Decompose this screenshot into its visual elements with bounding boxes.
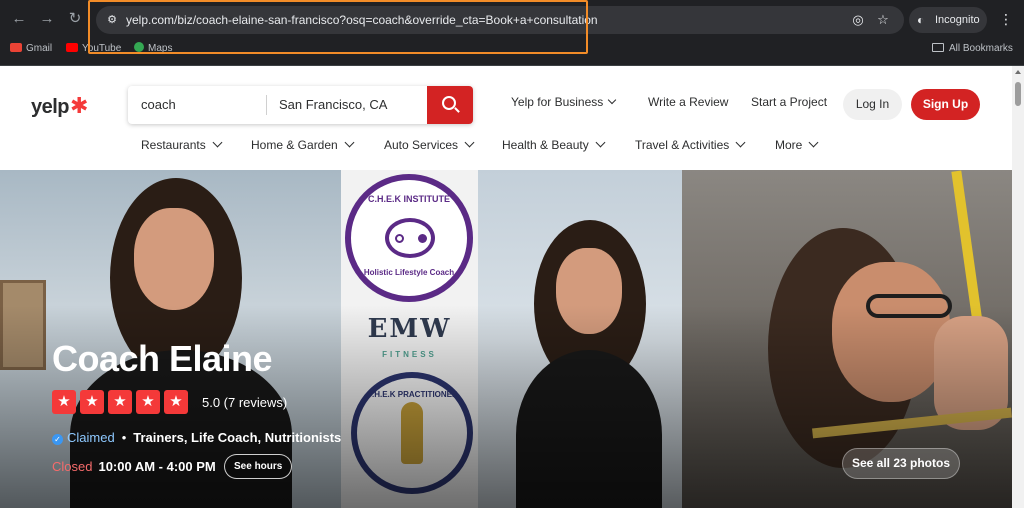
write-review-link[interactable]: Write a Review xyxy=(648,95,728,109)
url-text[interactable]: yelp.com/biz/coach-elaine-san-francisco?… xyxy=(126,6,598,34)
category-restaurants[interactable]: Restaurants xyxy=(141,137,223,152)
folder-icon xyxy=(932,43,944,52)
yin-yang-icon xyxy=(385,218,435,258)
signup-button[interactable]: Sign Up xyxy=(911,89,980,120)
youtube-icon xyxy=(66,43,78,52)
person-shirt xyxy=(516,350,662,508)
location-input[interactable]: San Francisco, CA xyxy=(279,86,387,124)
address-bar[interactable]: ⚙ yelp.com/biz/coach-elaine-san-francisc… xyxy=(96,6,904,34)
page-scrollbar[interactable] xyxy=(1012,66,1024,508)
search-icon xyxy=(442,96,456,110)
figure-icon xyxy=(401,402,423,464)
person-face xyxy=(832,262,950,402)
chevron-down-icon xyxy=(344,137,355,148)
bookmark-star-icon[interactable]: ☆ xyxy=(875,12,891,28)
hours-row: Closed 10:00 AM - 4:00 PM xyxy=(52,459,216,474)
star-icon: ★ xyxy=(164,390,188,414)
star-icon: ★ xyxy=(80,390,104,414)
back-arrow-icon[interactable]: ← xyxy=(8,8,30,30)
rating-text[interactable]: 5.0 (7 reviews) xyxy=(202,395,287,410)
category-home-garden[interactable]: Home & Garden xyxy=(251,137,355,152)
more-menu-icon[interactable]: ⋮ xyxy=(998,9,1014,29)
business-name: Coach Elaine xyxy=(52,338,273,379)
star-icon: ★ xyxy=(52,390,76,414)
incognito-label: Incognito xyxy=(935,14,980,26)
reload-icon[interactable]: ↻ xyxy=(64,8,86,30)
see-all-photos-button[interactable]: See all 23 photos xyxy=(842,448,960,479)
site-settings-icon[interactable]: ⚙ xyxy=(104,12,120,28)
chevron-down-icon xyxy=(735,137,746,148)
search-input[interactable]: coach xyxy=(141,86,176,124)
chevron-down-icon xyxy=(212,137,223,148)
chevron-down-icon xyxy=(595,137,606,148)
claimed-row: ✓ Claimed • Trainers, Life Coach, Nutrition… xyxy=(52,430,341,445)
search-button[interactable] xyxy=(427,86,473,124)
person-face xyxy=(134,208,214,310)
scroll-up-icon[interactable] xyxy=(1015,70,1021,74)
maps-icon xyxy=(134,42,144,52)
chevron-down-icon xyxy=(608,95,617,105)
start-project-link[interactable]: Start a Project xyxy=(751,95,827,109)
chevron-down-icon xyxy=(464,137,475,148)
wall-frame xyxy=(0,280,46,370)
bookmarks-bar: Gmail YouTube Maps All Bookmarks xyxy=(0,40,1024,66)
category-more[interactable]: More xyxy=(775,137,819,152)
check-icon: ✓ xyxy=(52,434,63,445)
see-hours-button[interactable]: See hours xyxy=(224,454,293,479)
yelp-logo[interactable]: yelp✱ xyxy=(31,93,88,119)
yelp-for-business-link[interactable]: Yelp for Business xyxy=(511,95,617,109)
star-icon: ★ xyxy=(108,390,132,414)
site-header: yelp✱ coach San Francisco, CA Yelp for B… xyxy=(0,66,1012,170)
bookmark-youtube[interactable]: YouTube xyxy=(66,40,121,66)
chek-institute-logo: C.H.E.K INSTITUTE Holistic Lifestyle Coa… xyxy=(345,174,473,302)
incognito-chip[interactable]: ◐ Incognito xyxy=(909,7,987,33)
business-hours: 10:00 AM - 4:00 PM xyxy=(98,459,216,474)
scroll-thumb[interactable] xyxy=(1015,82,1021,106)
business-photo-2[interactable]: C.H.E.K INSTITUTE Holistic Lifestyle Coa… xyxy=(341,170,478,508)
glasses xyxy=(866,294,952,318)
incognito-icon: ◐ xyxy=(917,13,925,27)
yelp-burst-icon: ✱ xyxy=(70,93,88,118)
all-bookmarks[interactable]: All Bookmarks xyxy=(932,40,1013,58)
gmail-icon xyxy=(10,43,22,52)
emw-logo: EMW xyxy=(367,314,452,344)
chek-practitioner-logo: C.H.E.K PRACTITIONER xyxy=(351,372,473,494)
emw-fitness-text: FITNESS xyxy=(382,350,437,359)
search-divider xyxy=(266,95,267,115)
business-categories[interactable]: Trainers, Life Coach, Nutritionists xyxy=(133,430,341,445)
bookmark-gmail[interactable]: Gmail xyxy=(10,40,52,66)
claimed-label[interactable]: Claimed xyxy=(67,430,115,445)
person-face xyxy=(556,248,622,334)
category-auto-services[interactable]: Auto Services xyxy=(384,137,475,152)
open-status: Closed xyxy=(52,459,93,474)
search-bar: coach San Francisco, CA xyxy=(128,86,473,124)
category-travel-activities[interactable]: Travel & Activities xyxy=(635,137,746,152)
bullet-separator: • xyxy=(121,430,127,445)
chevron-down-icon xyxy=(808,137,819,148)
forward-arrow-icon[interactable]: → xyxy=(36,8,58,30)
bookmark-maps[interactable]: Maps xyxy=(134,40,172,66)
eye-off-icon[interactable]: ◎ xyxy=(850,12,866,28)
category-health-beauty[interactable]: Health & Beauty xyxy=(502,137,606,152)
browser-toolbar: ← → ↻ ⚙ yelp.com/biz/coach-elaine-san-fr… xyxy=(0,0,1024,40)
photo-header: C.H.E.K INSTITUTE Holistic Lifestyle Coa… xyxy=(0,170,1012,508)
business-photo-3[interactable] xyxy=(478,170,682,508)
login-button[interactable]: Log In xyxy=(843,89,902,120)
star-icon: ★ xyxy=(136,390,160,414)
